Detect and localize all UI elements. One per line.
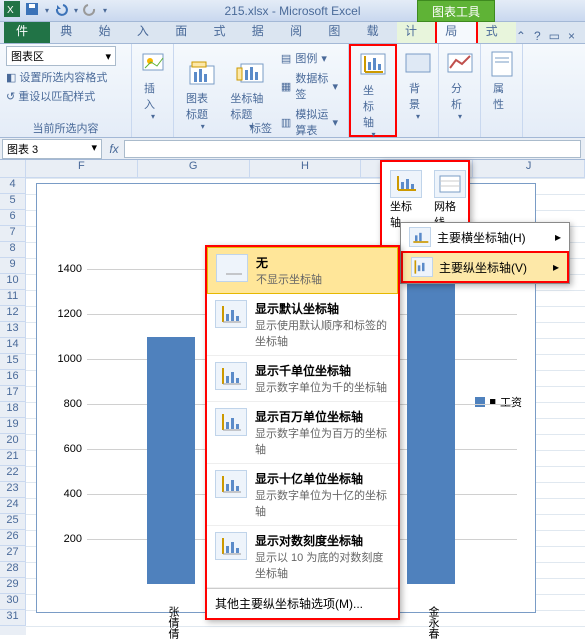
chart-category-label: 金永春 bbox=[425, 606, 441, 639]
chart-bar[interactable] bbox=[407, 271, 455, 584]
help-icon[interactable]: ? bbox=[534, 29, 541, 43]
row-header[interactable]: 11 bbox=[0, 290, 26, 306]
vertical-axis-options-menu: 无不显示坐标轴显示默认坐标轴显示使用默认顺序和标签的坐标轴显示千单位坐标轴显示数… bbox=[205, 245, 400, 620]
primary-vertical-axis-item[interactable]: 主要纵坐标轴(V)▸ bbox=[401, 251, 569, 283]
context-tab-chart-tools: 图表工具 bbox=[417, 0, 495, 22]
chart-element-combo[interactable]: 图表区▾ bbox=[6, 46, 116, 66]
axis-option-item[interactable]: 显示千单位坐标轴显示数字单位为千的坐标轴 bbox=[207, 356, 398, 402]
format-icon: ◧ bbox=[6, 71, 16, 84]
analysis-button[interactable]: 分析▾ bbox=[445, 46, 474, 123]
axis-type-submenu: 主要横坐标轴(H)▸ 主要纵坐标轴(V)▸ bbox=[400, 222, 570, 284]
col-headers: FGHIJ bbox=[26, 160, 585, 178]
properties-button[interactable]: 属性 bbox=[487, 46, 516, 114]
save-icon[interactable] bbox=[24, 1, 40, 20]
insert-button[interactable]: 插入▾ bbox=[138, 46, 167, 123]
row-header[interactable]: 4 bbox=[0, 178, 26, 194]
axis-option-item[interactable]: 显示百万单位坐标轴显示数字单位为百万的坐标轴 bbox=[207, 402, 398, 464]
row-header[interactable]: 12 bbox=[0, 306, 26, 322]
axis-option-item[interactable]: 无不显示坐标轴 bbox=[207, 247, 398, 294]
col-header[interactable]: J bbox=[473, 160, 585, 178]
row-header[interactable]: 13 bbox=[0, 322, 26, 338]
chart-bar[interactable] bbox=[147, 337, 195, 585]
reset-icon: ↺ bbox=[6, 90, 15, 103]
minimize-ribbon-icon[interactable]: ⌃ bbox=[516, 29, 526, 43]
col-header[interactable]: F bbox=[26, 160, 138, 178]
row-header[interactable]: 14 bbox=[0, 338, 26, 354]
help-icons: ⌃ ? ▭ × bbox=[516, 29, 585, 43]
axis-button[interactable]: 坐标轴▾ bbox=[357, 48, 389, 141]
row-header[interactable]: 28 bbox=[0, 562, 26, 578]
background-button[interactable]: 背景▾ bbox=[403, 46, 432, 123]
row-header[interactable]: 29 bbox=[0, 578, 26, 594]
quick-access-toolbar: X ▾ ▾ ▾ bbox=[4, 1, 107, 20]
undo-icon[interactable] bbox=[53, 1, 69, 20]
more-axis-options-item[interactable]: 其他主要纵坐标轴选项(M)... bbox=[207, 588, 398, 618]
row-header[interactable]: 9 bbox=[0, 258, 26, 274]
axis-option-item[interactable]: 显示对数刻度坐标轴显示以 10 为底的对数刻度坐标轴 bbox=[207, 526, 398, 588]
svg-text:X: X bbox=[7, 5, 14, 16]
row-header[interactable]: 20 bbox=[0, 434, 26, 450]
col-header[interactable]: H bbox=[250, 160, 362, 178]
group-label-selection: 当前所选内容 bbox=[0, 120, 131, 136]
primary-horizontal-axis-item[interactable]: 主要横坐标轴(H)▸ bbox=[401, 223, 569, 251]
row-header[interactable]: 8 bbox=[0, 242, 26, 258]
row-header[interactable]: 10 bbox=[0, 274, 26, 290]
axis-option-item[interactable]: 显示十亿单位坐标轴显示数字单位为十亿的坐标轴 bbox=[207, 464, 398, 526]
axis-option-item[interactable]: 显示默认坐标轴显示使用默认顺序和标签的坐标轴 bbox=[207, 294, 398, 356]
title-bar: X ▾ ▾ ▾ 215.xlsx - Microsoft Excel 图表工具 bbox=[0, 0, 585, 22]
row-header[interactable]: 21 bbox=[0, 450, 26, 466]
group-label-labels: 标签 bbox=[174, 120, 348, 136]
row-header[interactable]: 24 bbox=[0, 498, 26, 514]
ribbon-tabs: 文件 经典 开始 插入 页面 公式 数据 审阅 视图 加载 设计 布局 格式 ⌃… bbox=[0, 22, 585, 44]
data-labels-button[interactable]: ▦数据标签 ▾ bbox=[279, 68, 340, 104]
row-header[interactable]: 17 bbox=[0, 386, 26, 402]
ribbon: 图表区▾ ◧设置所选内容格式 ↺重设以匹配样式 当前所选内容 插入▾ 图表标题▾… bbox=[0, 44, 585, 138]
redo-icon[interactable] bbox=[82, 1, 98, 20]
chart-category-label: 张倩倩 bbox=[165, 606, 181, 639]
row-header[interactable]: 7 bbox=[0, 226, 26, 242]
data-labels-icon: ▦ bbox=[281, 80, 291, 93]
window-close-icon[interactable]: × bbox=[568, 29, 575, 43]
row-header[interactable]: 6 bbox=[0, 210, 26, 226]
row-header[interactable]: 30 bbox=[0, 594, 26, 610]
row-header[interactable]: 23 bbox=[0, 482, 26, 498]
row-header[interactable]: 26 bbox=[0, 530, 26, 546]
name-box[interactable]: 图表 3▾ bbox=[2, 139, 102, 159]
reset-style-button[interactable]: ↺重设以匹配样式 bbox=[6, 88, 125, 104]
row-header[interactable]: 5 bbox=[0, 194, 26, 210]
row-headers: 4567891011121314151617181920212223242526… bbox=[0, 160, 26, 635]
chart-legend[interactable]: ■工资 bbox=[475, 394, 522, 410]
legend-button[interactable]: ▤图例 ▾ bbox=[279, 48, 340, 68]
row-header[interactable]: 18 bbox=[0, 402, 26, 418]
row-header[interactable]: 31 bbox=[0, 610, 26, 626]
window-title: 215.xlsx - Microsoft Excel bbox=[224, 4, 360, 18]
row-header[interactable]: 22 bbox=[0, 466, 26, 482]
row-header[interactable]: 15 bbox=[0, 354, 26, 370]
col-header[interactable]: G bbox=[138, 160, 250, 178]
window-restore-icon[interactable]: ▭ bbox=[549, 29, 560, 43]
row-header[interactable]: 16 bbox=[0, 370, 26, 386]
row-header[interactable]: 27 bbox=[0, 546, 26, 562]
excel-icon: X bbox=[4, 1, 20, 20]
formula-input[interactable] bbox=[124, 140, 581, 158]
row-header[interactable]: 19 bbox=[0, 418, 26, 434]
row-header[interactable]: 25 bbox=[0, 514, 26, 530]
format-selection-button[interactable]: ◧设置所选内容格式 bbox=[6, 69, 125, 85]
legend-icon: ▤ bbox=[281, 52, 291, 65]
fx-icon[interactable]: fx bbox=[104, 142, 124, 156]
